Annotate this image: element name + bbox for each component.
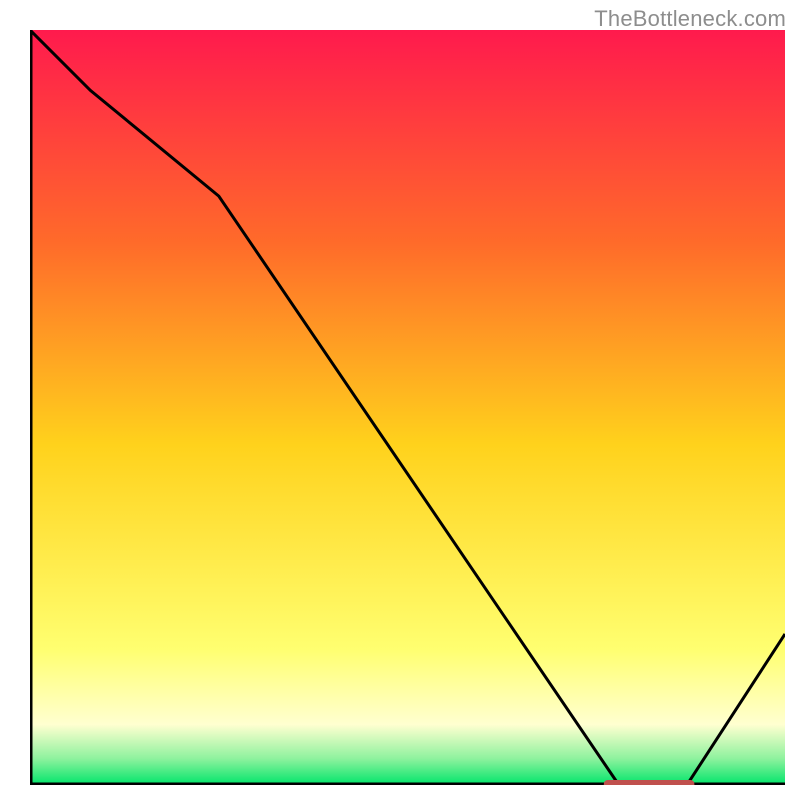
chart-svg bbox=[30, 30, 785, 785]
plot-area bbox=[30, 30, 785, 785]
gradient-background bbox=[30, 30, 785, 785]
plateau-marker bbox=[604, 780, 695, 785]
chart-container: { "watermark": "TheBottleneck.com", "col… bbox=[0, 0, 800, 800]
watermark-text: TheBottleneck.com bbox=[594, 6, 786, 32]
